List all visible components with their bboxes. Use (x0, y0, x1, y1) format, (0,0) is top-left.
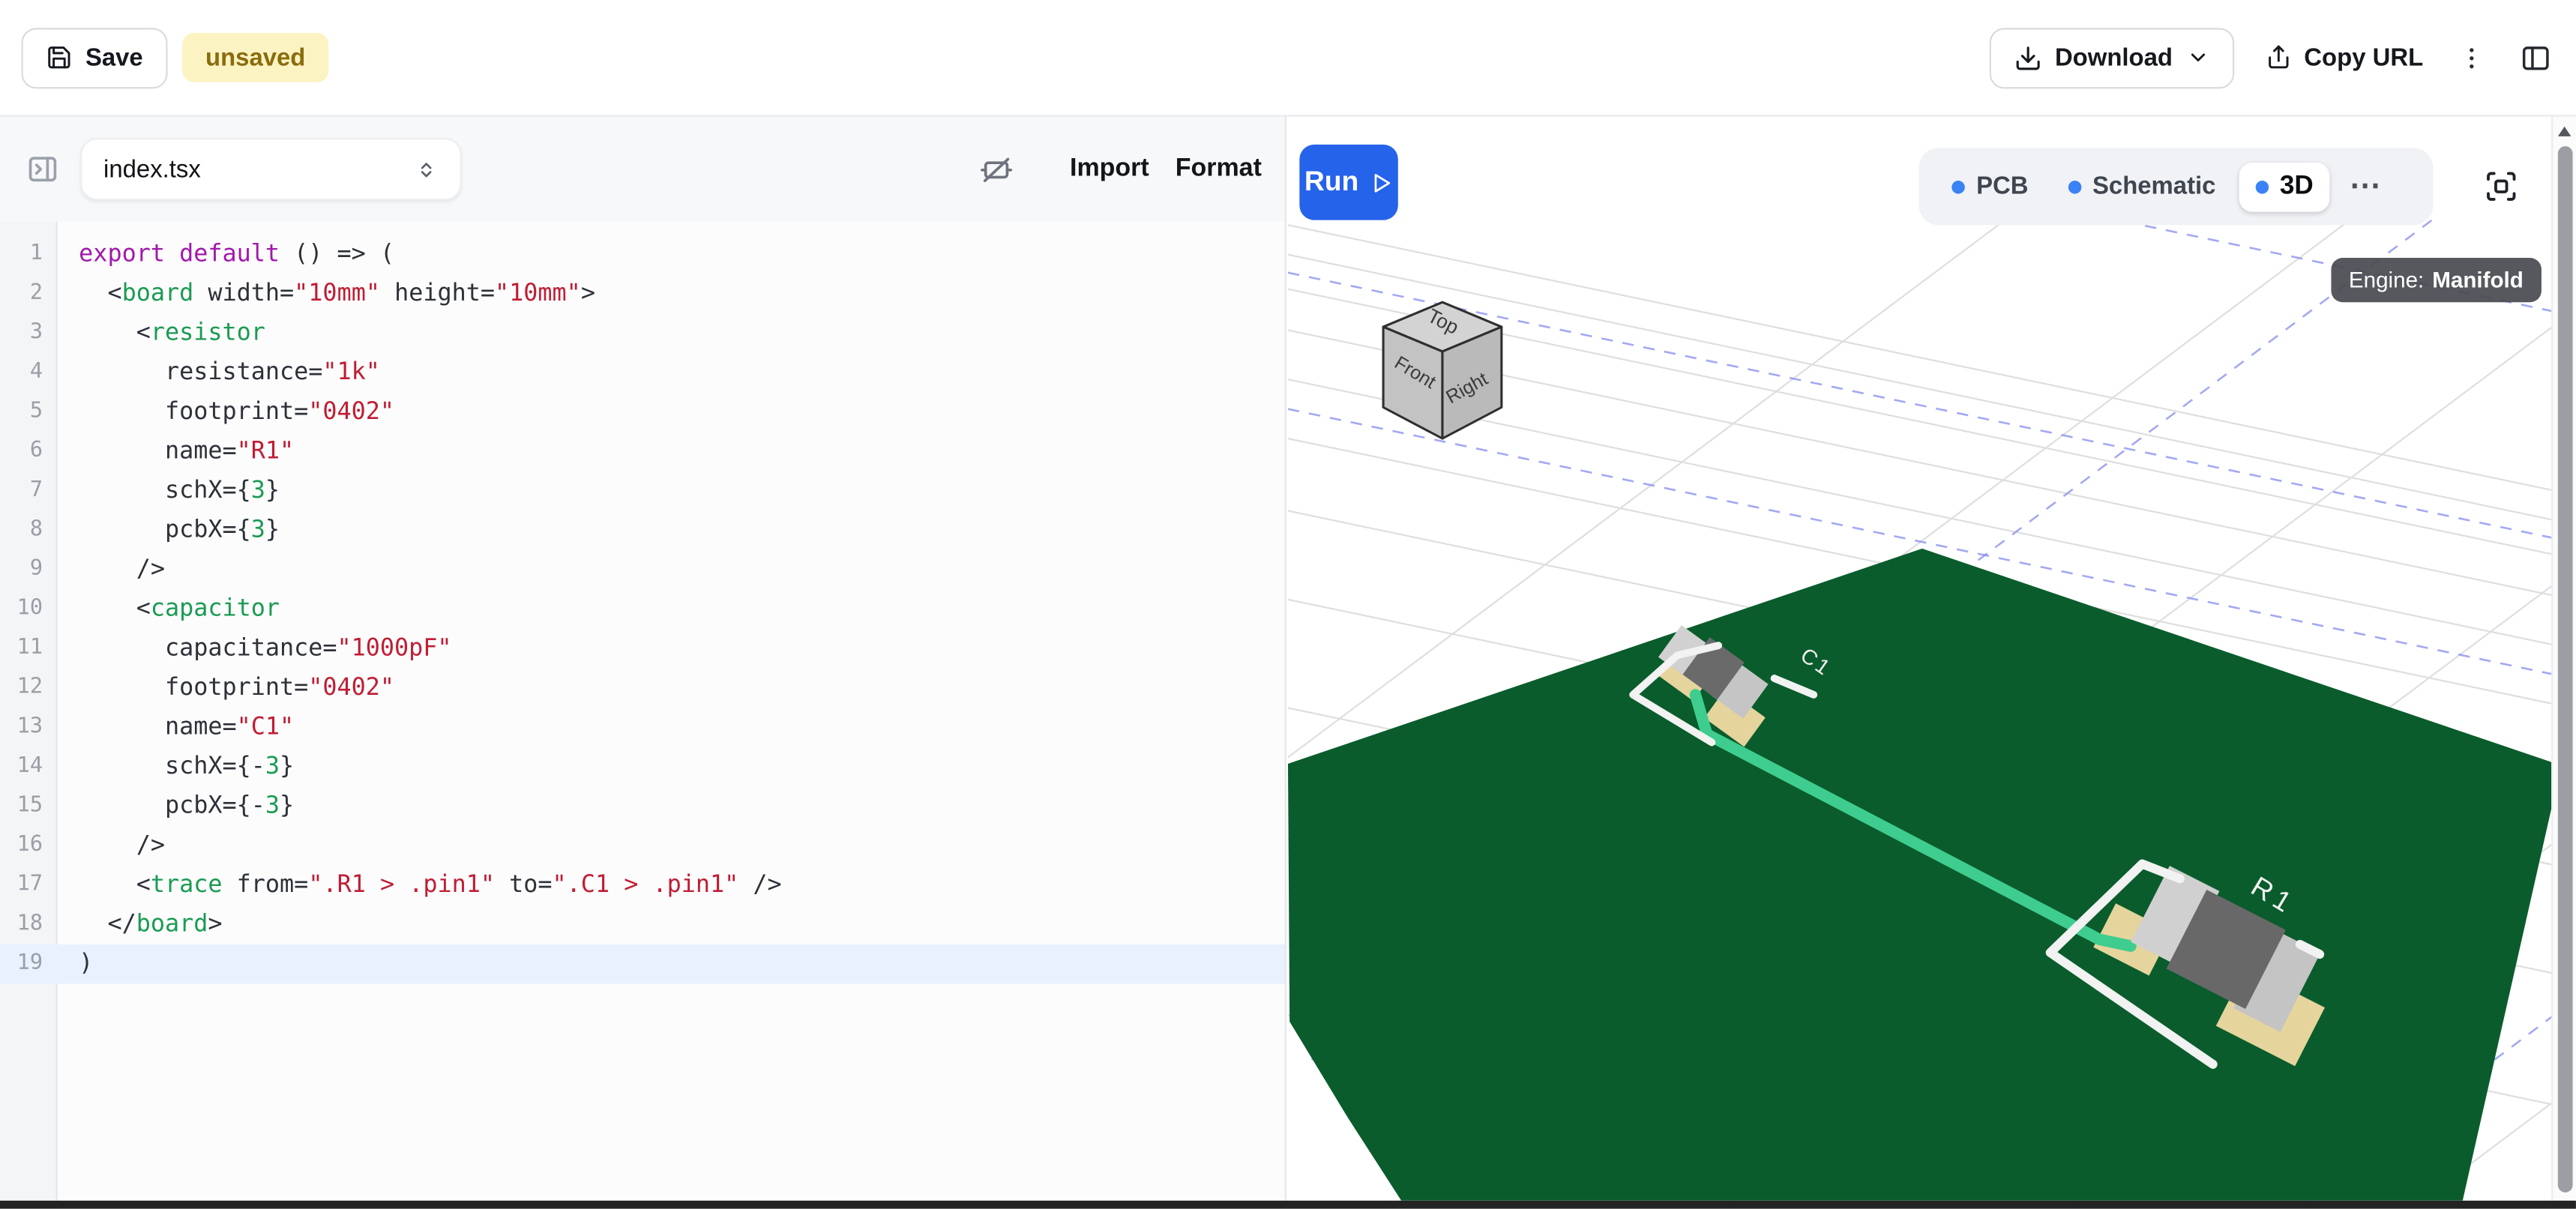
code-line: 12 footprint="0402" (0, 669, 1285, 708)
app-window: Save unsaved Download Copy URL (0, 0, 2576, 1209)
download-button-label: Download (2055, 43, 2173, 71)
save-button[interactable]: Save (21, 27, 167, 88)
line-number: 3 (0, 314, 58, 354)
code-line: 15 pcbX={-3} (0, 787, 1285, 827)
run-button-label: Run (1304, 166, 1358, 199)
line-number: 5 (0, 393, 58, 432)
file-selector[interactable]: index.tsx (80, 138, 461, 200)
tab-schematic[interactable]: Schematic (2051, 163, 2232, 211)
editor-toolbar: index.tsx Import Format (0, 117, 1285, 222)
panel-open-icon (26, 153, 59, 186)
unsaved-status-badge: unsaved (182, 33, 328, 82)
engine-badge: Engine: Manifold (2331, 258, 2542, 302)
panel-layout-icon (2520, 42, 2551, 73)
code-line: 3 <resistor (0, 314, 1285, 354)
code-line: 2 <board width="10mm" height="10mm"> (0, 274, 1285, 314)
more-views-button[interactable]: ⋯ (2336, 168, 2395, 205)
line-number: 17 (0, 866, 58, 905)
top-toolbar: Save unsaved Download Copy URL (0, 0, 2576, 117)
bottom-bar (0, 1201, 2576, 1209)
chevron-down-icon (2186, 46, 2209, 69)
run-button[interactable]: Run (1299, 145, 1397, 220)
page-scrollbar[interactable] (2551, 117, 2576, 1201)
scrollbar-thumb[interactable] (2557, 146, 2572, 1193)
line-number: 11 (0, 629, 58, 669)
pcb-board (1288, 549, 2561, 1201)
code-line: 14 schX={-3} (0, 747, 1285, 787)
line-number: 13 (0, 708, 58, 747)
code-line: 11 capacitance="1000pF" (0, 629, 1285, 669)
fullscreen-icon (2484, 169, 2518, 204)
code-line: 9 /> (0, 550, 1285, 590)
tab-3d[interactable]: 3D (2239, 162, 2330, 211)
expand-panel-button[interactable] (23, 149, 63, 189)
code-line: 13 name="C1" (0, 708, 1285, 747)
line-number: 14 (0, 747, 58, 787)
code-line: 5 footprint="0402" (0, 393, 1285, 432)
line-number: 8 (0, 510, 58, 550)
pcb-status-dot (1951, 180, 1965, 193)
file-name: index.tsx (103, 155, 201, 183)
tab-schematic-label: Schematic (2092, 172, 2215, 200)
play-icon (1368, 170, 1393, 195)
tab-pcb[interactable]: PCB (1935, 163, 2044, 211)
line-number: 16 (0, 826, 58, 866)
line-number: 1 (0, 235, 58, 274)
line-number: 4 (0, 353, 58, 393)
import-button[interactable]: Import (1070, 154, 1149, 184)
code-line: 17 <trace from=".R1 > .pin1" to=".C1 > .… (0, 866, 1285, 905)
code-line: 7 schX={3} (0, 471, 1285, 511)
share-icon (2265, 44, 2291, 70)
line-number: 7 (0, 471, 58, 511)
code-line: 8 pcbX={3} (0, 510, 1285, 550)
download-icon (2014, 43, 2041, 71)
line-number: 15 (0, 787, 58, 827)
code-line: 1export default () => ( (0, 235, 1285, 274)
line-number: 18 (0, 905, 58, 944)
component-disabled-icon[interactable] (980, 152, 1014, 187)
view-cube[interactable]: Top Front Right (1383, 302, 1502, 438)
line-number: 19 (0, 944, 58, 984)
engine-badge-value: Manifold (2432, 268, 2524, 292)
tab-pcb-label: PCB (1976, 172, 2028, 200)
line-number: 10 (0, 590, 58, 630)
code-area[interactable]: 1export default () => (2 <board width="1… (0, 222, 1285, 1201)
code-line: 19) (0, 944, 1285, 984)
view-mode-tabs: PCB Schematic 3D ⋯ (1919, 148, 2433, 225)
topbar-right-group: Download Copy URL (1989, 27, 2554, 88)
save-icon (46, 44, 72, 70)
fullscreen-button[interactable] (2474, 168, 2528, 205)
code-line: 6 name="R1" (0, 432, 1285, 471)
code-line: 10 <capacitor (0, 590, 1285, 630)
more-options-button[interactable] (2455, 40, 2489, 75)
save-button-label: Save (85, 43, 143, 71)
preview-3d-panel: C1 R1 Top Front Right Run PCB (1288, 117, 2565, 1201)
line-number: 12 (0, 669, 58, 708)
3d-status-dot (2255, 180, 2269, 193)
line-number: 6 (0, 432, 58, 471)
copy-url-label: Copy URL (2304, 43, 2423, 71)
line-number: 9 (0, 550, 58, 590)
toggle-sidebar-button[interactable] (2517, 38, 2554, 76)
tab-3d-label: 3D (2280, 172, 2314, 201)
code-editor-panel: index.tsx Import Format 1export default … (0, 117, 1287, 1201)
kebab-menu-icon (2458, 43, 2485, 71)
line-number: 2 (0, 274, 58, 314)
copy-url-button[interactable]: Copy URL (2261, 43, 2426, 71)
engine-badge-label: Engine: (2349, 268, 2424, 292)
schematic-status-dot (2068, 180, 2081, 193)
code-line: 4 resistance="1k" (0, 353, 1285, 393)
code-line: 18 </board> (0, 905, 1285, 944)
select-chevrons-icon (414, 157, 439, 181)
download-button[interactable]: Download (1989, 27, 2233, 88)
scroll-up-arrow-icon[interactable] (2558, 127, 2572, 136)
format-button[interactable]: Format (1176, 154, 1262, 184)
code-line: 16 /> (0, 826, 1285, 866)
